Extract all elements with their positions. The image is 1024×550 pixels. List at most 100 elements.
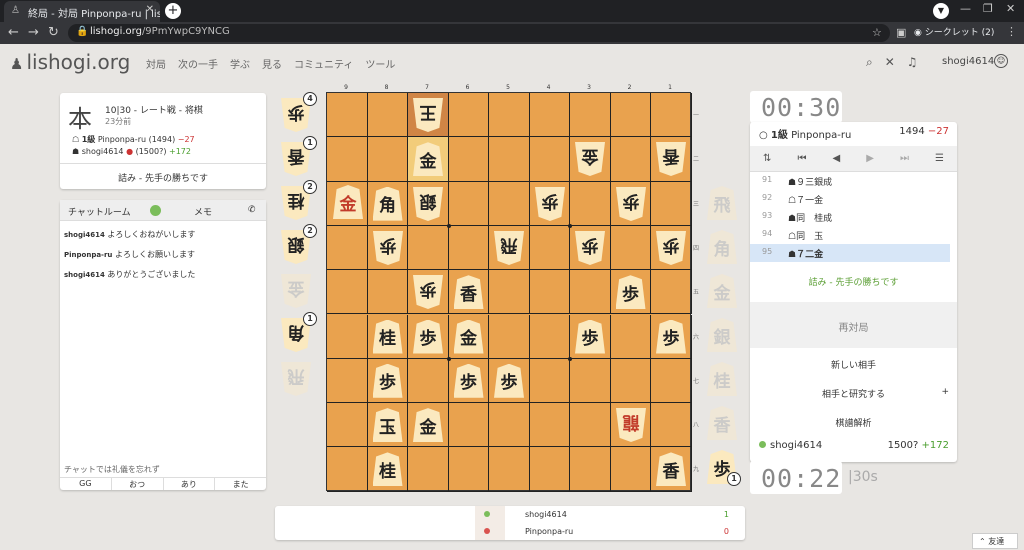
board-square[interactable] bbox=[610, 447, 651, 492]
board-square[interactable] bbox=[529, 358, 570, 404]
board-square[interactable] bbox=[529, 403, 570, 448]
board-square[interactable] bbox=[327, 358, 368, 404]
board-square[interactable] bbox=[529, 137, 570, 182]
hand-piece[interactable]: 角 bbox=[707, 230, 737, 264]
shogi-piece[interactable]: 香 bbox=[453, 275, 484, 310]
shogi-piece[interactable]: 歩 bbox=[372, 363, 403, 398]
next-move-icon[interactable]: ▶ bbox=[866, 153, 874, 164]
board-square[interactable] bbox=[489, 137, 530, 182]
board-square[interactable] bbox=[448, 403, 489, 448]
menu-icon[interactable]: ⋮ bbox=[1006, 25, 1017, 38]
hand-piece[interactable]: 金 bbox=[707, 274, 737, 308]
shogi-piece[interactable]: 香 bbox=[656, 452, 686, 487]
board-square[interactable] bbox=[327, 403, 368, 448]
board-square[interactable] bbox=[489, 270, 530, 315]
sidebar-icon[interactable]: ▣ bbox=[896, 26, 906, 39]
shogi-piece[interactable]: 歩 bbox=[616, 187, 646, 221]
shogi-piece[interactable]: 歩 bbox=[575, 231, 605, 265]
shogi-piece[interactable]: 金 bbox=[453, 319, 484, 354]
board-square[interactable] bbox=[529, 447, 570, 492]
tab-chat-room[interactable]: チャットルーム bbox=[68, 205, 131, 218]
bell-icon[interactable]: ♫ bbox=[907, 55, 918, 70]
captured-piece[interactable]: 金 bbox=[333, 185, 363, 219]
board-square[interactable] bbox=[529, 225, 570, 271]
url-input[interactable]: 🔒 lishogi.org/9PmYwpC9YNCG bbox=[68, 24, 890, 42]
board-square[interactable] bbox=[651, 403, 692, 448]
score-player-name[interactable]: shogi4614 bbox=[525, 510, 567, 519]
shogi-piece[interactable]: 歩 bbox=[413, 275, 443, 309]
shogi-piece[interactable]: 金 bbox=[413, 408, 443, 443]
shogi-piece[interactable]: 香 bbox=[656, 142, 686, 176]
board-square[interactable] bbox=[651, 270, 692, 315]
board-square[interactable] bbox=[489, 403, 530, 448]
score-player-name[interactable]: Pinponpa-ru bbox=[525, 527, 573, 536]
friends-button[interactable]: ⌃ 友達 bbox=[972, 533, 1018, 549]
board-square[interactable] bbox=[651, 93, 692, 138]
board-square[interactable] bbox=[570, 358, 611, 404]
nav-puzzles[interactable]: 次の一手 bbox=[178, 56, 218, 71]
hand-piece[interactable]: 飛 bbox=[281, 362, 311, 396]
board-square[interactable] bbox=[529, 93, 570, 138]
nav-community[interactable]: コミュニティ bbox=[294, 56, 353, 71]
incognito-indicator[interactable]: ◉ シークレット (2) bbox=[914, 25, 994, 38]
move-row[interactable]: 91 ☗９三銀成 bbox=[750, 172, 950, 190]
board-square[interactable] bbox=[651, 181, 692, 226]
board-square[interactable] bbox=[448, 181, 489, 226]
board-square[interactable] bbox=[327, 447, 368, 492]
preset-ari[interactable]: あり bbox=[164, 478, 216, 490]
prev-move-icon[interactable]: ◀ bbox=[832, 153, 840, 164]
hand-piece[interactable]: 飛 bbox=[707, 186, 737, 220]
chat-input[interactable]: チャットでは礼儀を忘れず bbox=[62, 462, 264, 476]
close-icon[interactable]: ✕ bbox=[885, 55, 895, 70]
board-square[interactable] bbox=[408, 447, 449, 492]
board-square[interactable] bbox=[570, 93, 611, 138]
board-square[interactable] bbox=[448, 93, 489, 138]
board-square[interactable] bbox=[327, 270, 368, 315]
forward-icon[interactable]: → bbox=[28, 25, 39, 40]
tab-search-icon[interactable]: ▼ bbox=[933, 3, 949, 19]
board-square[interactable] bbox=[327, 93, 368, 138]
preset-mata[interactable]: また bbox=[215, 478, 266, 490]
maximize-icon[interactable]: ❐ bbox=[983, 2, 993, 15]
shogi-piece[interactable]: 角 bbox=[372, 186, 403, 221]
search-icon[interactable]: ⌕ bbox=[866, 55, 873, 70]
shogi-piece[interactable]: 金 bbox=[413, 142, 443, 177]
move-row[interactable]: 94 ☖同 玉 bbox=[750, 226, 950, 244]
shogi-piece[interactable]: 桂 bbox=[372, 452, 403, 487]
shogi-piece[interactable]: 玉 bbox=[372, 408, 403, 443]
move-row[interactable]: 92 ☖７一金 bbox=[750, 190, 950, 208]
shogi-piece[interactable]: 歩 bbox=[575, 319, 605, 354]
move-row[interactable]: 93 ☗同 桂成 bbox=[750, 208, 950, 226]
opponent-info[interactable]: ○ 1級 Pinponpa-ru bbox=[759, 126, 851, 141]
board-square[interactable] bbox=[570, 403, 611, 448]
board-square[interactable] bbox=[408, 225, 449, 271]
shogi-piece[interactable]: 桂 bbox=[372, 319, 403, 354]
shogi-piece[interactable]: 飛 bbox=[494, 231, 524, 265]
hand-piece[interactable]: 銀 bbox=[707, 318, 737, 352]
nav-watch[interactable]: 見る bbox=[262, 56, 282, 71]
shogi-piece[interactable]: 歩 bbox=[453, 363, 484, 398]
flip-icon[interactable]: ⇅ bbox=[763, 153, 771, 164]
board-square[interactable] bbox=[610, 225, 651, 271]
board-square[interactable] bbox=[489, 93, 530, 138]
last-move-icon[interactable]: ⏭ bbox=[900, 153, 909, 164]
rematch-button[interactable]: 再対局 bbox=[750, 302, 957, 348]
board-square[interactable] bbox=[448, 225, 489, 271]
board-square[interactable] bbox=[408, 358, 449, 404]
tab-notes[interactable]: メモ bbox=[194, 205, 212, 218]
reload-icon[interactable]: ↻ bbox=[48, 25, 59, 40]
sente-player[interactable]: ☗ shogi4614 ● (1500?) +172 bbox=[72, 147, 191, 156]
user-menu[interactable]: shogi4614 bbox=[942, 56, 994, 67]
board-square[interactable] bbox=[327, 137, 368, 182]
board-square[interactable] bbox=[327, 314, 368, 359]
board-square[interactable] bbox=[610, 93, 651, 138]
board-square[interactable] bbox=[610, 137, 651, 182]
shogi-piece[interactable]: 歩 bbox=[615, 275, 646, 310]
shogi-piece[interactable]: 銀 bbox=[413, 187, 443, 221]
board-square[interactable] bbox=[367, 270, 408, 315]
shogi-piece[interactable]: 歩 bbox=[535, 187, 565, 221]
nav-tools[interactable]: ツール bbox=[365, 56, 395, 71]
phone-icon[interactable]: ✆ bbox=[248, 205, 256, 215]
shogi-piece[interactable]: 金 bbox=[575, 142, 605, 176]
board-square[interactable] bbox=[529, 314, 570, 359]
